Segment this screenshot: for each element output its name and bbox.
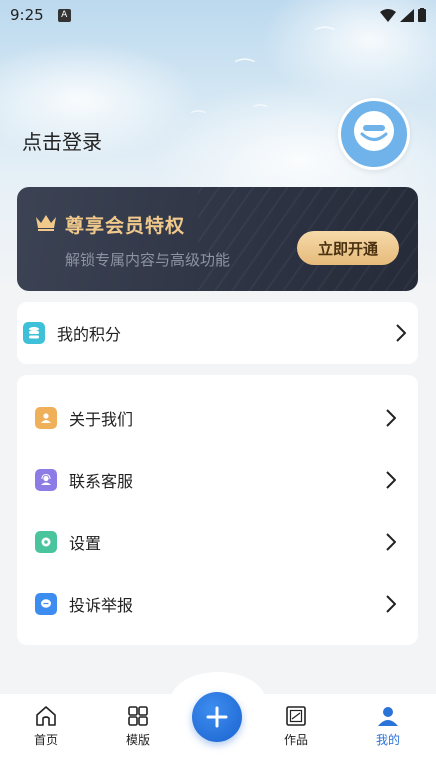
- nav-templates[interactable]: 模版: [108, 704, 168, 748]
- user-card-icon: [35, 407, 57, 429]
- chevron-right-icon: [386, 595, 396, 613]
- plus-icon: [206, 706, 228, 728]
- crown-icon: [36, 215, 56, 231]
- login-prompt[interactable]: 点击登录: [22, 126, 102, 155]
- chevron-right-icon: [386, 471, 396, 489]
- create-button[interactable]: [192, 692, 242, 742]
- menu-item-about[interactable]: 关于我们: [17, 393, 418, 443]
- nav-label: 我的: [375, 733, 400, 747]
- avatar[interactable]: [338, 98, 410, 170]
- status-time: 9:25: [10, 6, 44, 24]
- signal-icon: [400, 8, 414, 22]
- vip-subtitle: 解锁专属内容与高级功能: [65, 251, 231, 269]
- nav-label: 作品: [283, 733, 308, 747]
- artwork-icon: [286, 706, 306, 726]
- menu-item-contact[interactable]: 联系客服: [17, 455, 418, 505]
- grid-icon: [128, 706, 148, 726]
- chevron-right-icon: [396, 324, 406, 342]
- nav-label: 首页: [33, 733, 58, 747]
- nav-home[interactable]: 首页: [16, 704, 76, 748]
- status-bar: 9:25 A: [0, 0, 436, 30]
- nav-mine[interactable]: 我的: [358, 704, 418, 748]
- chevron-right-icon: [386, 533, 396, 551]
- points-row[interactable]: 我的积分: [17, 308, 418, 358]
- menu-item-label: 联系客服: [69, 472, 134, 491]
- battery-icon: [418, 8, 426, 22]
- chat-icon: [35, 593, 57, 615]
- person-icon: [378, 707, 398, 726]
- gear-icon: [35, 531, 57, 553]
- nav-label: 模版: [125, 733, 150, 747]
- points-card: 我的积分: [17, 302, 418, 364]
- menu-item-label: 投诉举报: [69, 596, 134, 615]
- menu-item-label: 关于我们: [69, 410, 134, 429]
- home-icon: [36, 706, 56, 726]
- nav-works[interactable]: 作品: [266, 704, 326, 748]
- database-icon: [23, 322, 45, 344]
- menu-item-settings[interactable]: 设置: [17, 517, 418, 567]
- wifi-icon: [380, 8, 396, 22]
- menu-item-report[interactable]: 投诉举报: [17, 579, 418, 629]
- notification-icon: A: [57, 8, 71, 22]
- vip-banner[interactable]: 尊享会员特权 解锁专属内容与高级功能 立即开通: [17, 187, 418, 291]
- menu-item-label: 设置: [69, 534, 102, 553]
- vip-activate-button[interactable]: 立即开通: [297, 231, 399, 265]
- menu-card: 关于我们 联系客服 设置 投诉举报: [17, 375, 418, 645]
- chevron-right-icon: [386, 409, 396, 427]
- service-icon: [35, 469, 57, 491]
- vip-title: 尊享会员特权: [65, 215, 186, 237]
- points-label: 我的积分: [57, 325, 122, 344]
- default-avatar-icon: [354, 111, 394, 151]
